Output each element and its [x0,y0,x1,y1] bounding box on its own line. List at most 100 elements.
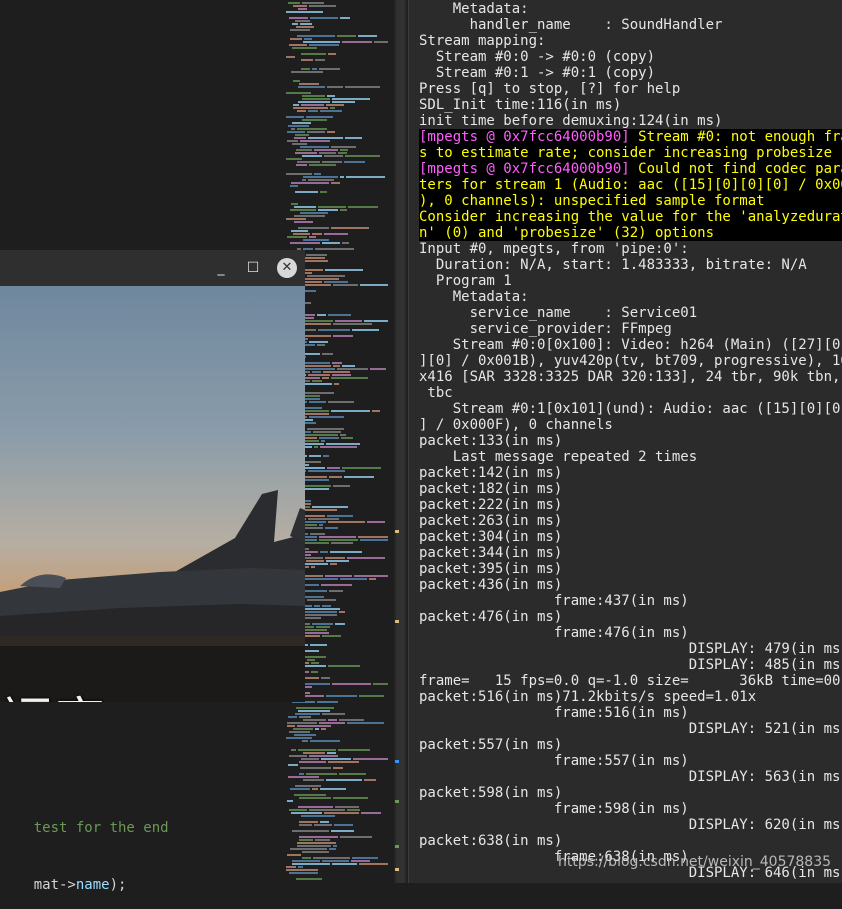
minimap-code-stripe [351,860,370,862]
minimap-code-stripe [332,863,357,865]
terminal-line: packet:263(in ms) [419,513,563,529]
minimap-code-stripe [294,215,325,217]
warning-text: ters for stream 1 (Audio: aac ([15][0][0… [419,177,842,193]
minimap-code-stripe [298,710,330,712]
scrollbar-marker [395,800,399,803]
minimap-code-stripe [303,635,320,637]
terminal-line: Program 1 [419,273,512,289]
terminal-line: DISPLAY: 521(in ms) [419,721,842,737]
minimap-code-stripe [331,182,340,184]
minimap-code-stripe [295,713,320,715]
video-player-window[interactable]: _ ☐ ✕ 福害 [0,250,305,702]
scrollbar-marker [395,530,399,533]
warning-text: n' (0) and 'probesize' (32) options [419,225,715,241]
minimap-code-stripe [330,107,335,109]
minimap-code-stripe [309,236,316,238]
minimap-code-stripe [329,476,342,478]
minimap-code-stripe [303,779,324,781]
terminal-warning-line: [mpegts @ 0x7fcc64000b90] Stream #0: not… [419,129,842,145]
terminal-output[interactable]: Metadata: handler_name : SoundHandler Str… [408,0,842,883]
minimap-code-stripe [342,242,349,244]
minimap-code-stripe [313,431,341,433]
minimap-code-stripe [328,665,360,667]
minimize-button[interactable]: _ [211,258,231,278]
minimap-code-stripe [298,86,325,88]
close-button[interactable]: ✕ [277,258,297,278]
terminal-line: packet:142(in ms) [419,465,563,481]
minimap-code-stripe [335,320,362,322]
minimap-code-stripe [344,476,374,478]
video-scene [0,490,305,702]
minimap-code-stripe [296,878,322,880]
minimap-code-stripe [302,740,308,742]
minimap-code-stripe [300,146,329,148]
minimap-code-stripe [297,110,306,112]
minimap-code-stripe [317,701,338,703]
minimap-code-stripe [326,695,357,697]
minimap-code-stripe [326,104,344,106]
minimap-code-stripe [286,173,312,175]
minimap-code-stripe [339,611,345,613]
maximize-button[interactable]: ☐ [243,258,263,278]
minimap-code-stripe [303,239,329,241]
minimap-code-stripe [295,20,310,22]
minimap-code-stripe [364,320,388,322]
minimap-code-stripe [298,866,303,868]
minimap-code-stripe [293,5,307,7]
minimap-code-stripe [359,695,384,697]
minimap-code-stripe [327,467,340,469]
terminal-line: Stream #0:0[0x100]: Video: h264 (Main) (… [419,337,842,353]
minimap-code-stripe [287,854,301,856]
minimap-code-stripe [292,47,317,49]
code-comment-line: test for the end [0,804,169,852]
minimap-code-stripe [287,800,293,802]
minimap-code-stripe [292,830,329,832]
minimap-code-stripe [342,365,355,367]
minimap-code-stripe [309,401,326,403]
minimap-code-stripe [303,176,338,178]
comment-text: test for the end [33,820,169,836]
minimap-code-stripe [320,551,328,553]
minimap-code-stripe [314,446,318,448]
minimap-code-stripe [294,137,306,139]
scrollbar-thumb[interactable] [396,0,405,883]
minimap-code-stripe [293,233,310,235]
minimap-code-stripe [297,35,335,37]
terminal-line: packet:222(in ms) [419,497,563,513]
minimap-code-stripe [318,209,338,211]
minimap-code-stripe [286,218,306,220]
editor-scrollbar[interactable] [394,0,407,883]
minimap-code-stripe [312,380,322,382]
minimap-code-stripe [322,353,333,355]
minimap-code-stripe [328,314,351,316]
minimap-code-stripe [300,278,339,280]
minimap-code-stripe [298,806,333,808]
code-member: name [75,877,110,893]
minimap-code-stripe [340,578,367,580]
minimap-code-stripe [327,515,353,517]
minimap-code-stripe [292,863,330,865]
minimap-code-stripe [297,842,336,844]
minimap-code-stripe [348,206,378,208]
terminal-line: Last message repeated 2 times [419,449,698,465]
window-titlebar[interactable]: _ ☐ ✕ [0,250,305,286]
minimap-code-stripe [306,116,333,118]
minimap-code-stripe [331,227,369,229]
minimap-code-stripe [304,38,312,40]
minimap-code-stripe [303,407,322,409]
terminal-line: packet:304(in ms) [419,529,563,545]
minimap-code-stripe [325,269,363,271]
video-frame: 福害 [0,286,305,702]
minimap-code-stripe [295,152,317,154]
warning-text: Consider increasing the value for the 'a… [419,209,842,225]
tarmac-edge [0,636,305,646]
terminal-warning-line: ters for stream 1 (Audio: aac ([15][0][0… [419,177,842,193]
minimap-code-stripe [347,557,385,559]
minimap-code-stripe [303,614,337,616]
minimap-code-stripe [337,368,368,370]
minimap-code-stripe [352,857,378,859]
minimap-code-stripe [323,371,350,373]
warning-tag: [mpegts @ 0x7fcc64000b90] [419,161,630,177]
minimap-code-stripe [309,416,344,418]
minimap-code-stripe [286,869,318,871]
